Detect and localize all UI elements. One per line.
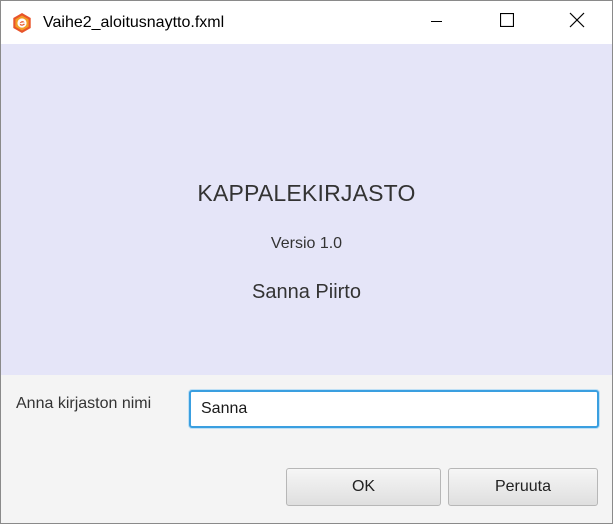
maximize-button[interactable] <box>484 1 530 44</box>
app-title: KAPPALEKIRJASTO <box>197 180 416 206</box>
cancel-button[interactable]: Peruuta <box>448 468 598 506</box>
ok-button[interactable]: OK <box>286 468 441 506</box>
minimize-button[interactable] <box>414 1 460 44</box>
library-name-input[interactable] <box>189 390 599 428</box>
library-name-label: Anna kirjaston nimi <box>16 395 152 412</box>
dialog-window: Vaihe2_aloitusnaytto.fxml KAPPALEKIRJAST… <box>0 0 613 524</box>
close-button[interactable] <box>554 1 600 44</box>
header-panel <box>1 44 612 375</box>
maximize-icon <box>499 12 515 32</box>
version-label: Versio 1.0 <box>270 235 343 252</box>
close-icon <box>569 12 585 33</box>
author-label: Sanna Piirto <box>252 281 361 303</box>
title-bar[interactable]: Vaihe2_aloitusnaytto.fxml <box>1 1 612 44</box>
app-icon <box>11 12 33 34</box>
minimize-icon <box>431 14 443 32</box>
window-title: Vaihe2_aloitusnaytto.fxml <box>43 14 225 31</box>
